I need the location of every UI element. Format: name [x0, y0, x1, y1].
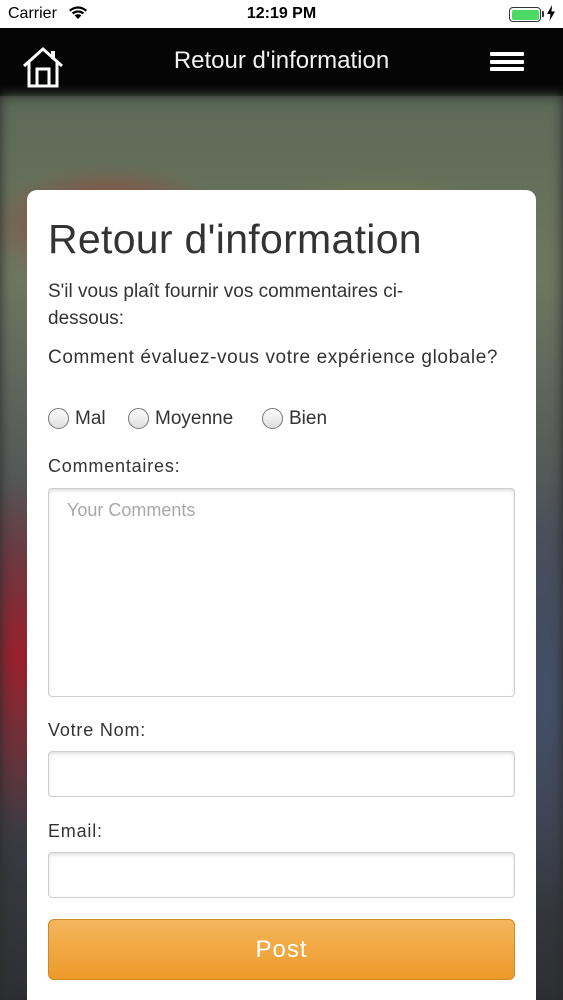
feedback-screen: Carrier 12:19 PM Retour d'information Re…: [0, 0, 563, 1000]
rating-option-bien[interactable]: Bien: [262, 408, 327, 430]
status-bar: Carrier 12:19 PM: [0, 0, 563, 28]
feedback-card: Retour d'information S'il vous plaît fou…: [27, 190, 536, 1000]
status-time: 12:19 PM: [246, 5, 317, 22]
rating-option-moyenne[interactable]: Moyenne: [128, 408, 233, 430]
rating-option-mal[interactable]: Mal: [48, 408, 106, 430]
battery-tip: [542, 11, 544, 17]
radio-button[interactable]: [48, 408, 69, 429]
email-label: Email:: [48, 821, 103, 841]
name-field[interactable]: [48, 751, 515, 797]
charging-bolt-icon: [547, 5, 555, 21]
rating-question: Comment évaluez-vous votre expérience gl…: [48, 347, 499, 368]
page-title: Retour d'information: [48, 216, 422, 262]
email-field[interactable]: [48, 852, 515, 898]
radio-button[interactable]: [262, 408, 283, 429]
comments-textarea[interactable]: [48, 488, 515, 697]
intro-text: S'il vous plaît fournir vos commentaires…: [48, 281, 404, 329]
hamburger-menu-icon[interactable]: [490, 52, 524, 74]
battery-icon: [509, 7, 541, 22]
name-label: Votre Nom:: [48, 720, 147, 740]
navigation-bar: Retour d'information: [0, 28, 563, 96]
post-button[interactable]: Post: [48, 919, 515, 980]
radio-button[interactable]: [128, 408, 149, 429]
comments-label: Commentaires:: [48, 456, 181, 476]
nav-title: Retour d'information: [173, 47, 390, 74]
